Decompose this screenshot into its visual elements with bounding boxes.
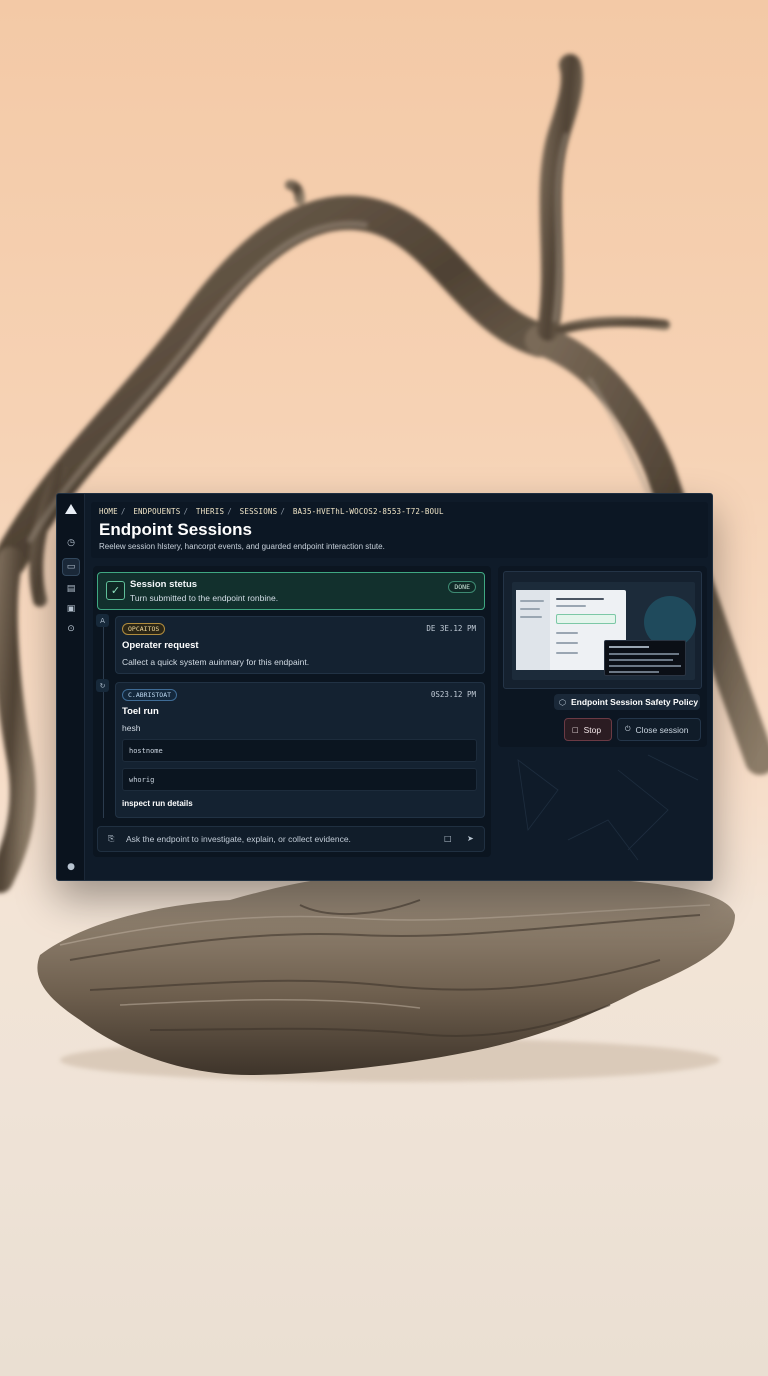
stop-icon: □ [572,725,579,734]
decorative-lines [517,754,699,861]
breadcrumb-endpoints[interactable]: ENDPOUENTS [133,507,180,516]
session-status-card: ✓ Session stetus Turn submitted to the e… [97,572,485,610]
preview-terminal [604,640,686,676]
app-window: ◷ ▭ ▤ ▣ ⊙ ● HOME / ENDPOUENTS / THERIS / SE… [56,493,713,881]
stop-button[interactable]: □ Stop [564,718,612,741]
assistant-avatar-icon: ↻ [96,679,109,692]
attach-icon[interactable]: ⎘ [108,834,114,844]
event-time: 0S23.12 PM [430,690,476,699]
terminal-icon[interactable]: ▤ [62,580,80,598]
preview-desktop [512,582,696,680]
role-badge-operator: OPCAITOS [122,623,166,635]
event-text: Callect a quick system auinmary for this… [122,657,310,667]
breadcrumb-session-id: BA35-HVEThL-WOCOS2-8553-T72-BOUL [292,507,444,516]
session-side-panel: ⬡ Endpoint Session Safety Policy □ Stop … [498,566,707,747]
breadcrumb-theris[interactable]: THERIS [196,507,224,516]
event-title: Toel run [122,706,159,717]
breadcrumb-sessions[interactable]: SESSIONS [240,507,278,516]
timeline-line [103,618,104,818]
check-icon: ✓ [106,581,125,600]
inspect-run-details-link[interactable]: inspect run details [122,799,193,808]
user-icon[interactable]: ● [62,858,80,876]
monitor-icon[interactable]: ▭ [62,558,80,576]
event-text: hesh [122,723,141,733]
send-icon[interactable]: ➤ [467,834,474,843]
power-icon: ⏻ [625,725,631,733]
operator-avatar-icon: A [96,614,109,627]
status-text: Turn submitted to the endpoint ronbine. [130,593,279,603]
close-session-button[interactable]: ⏻ Close session [617,718,701,741]
policy-label: Endpoint Session Safety Policy [570,697,699,707]
composer-input[interactable] [126,830,436,848]
settings-icon[interactable]: ⊙ [62,620,80,638]
message-composer: ⎘ □ ➤ [97,826,485,852]
file-icon[interactable]: ▣ [62,600,80,618]
safety-policy-chip[interactable]: ⬡ Endpoint Session Safety Policy [554,694,700,710]
breadcrumb: HOME / ENDPOUENTS / THERIS / SESSIONS / BA35… [99,507,444,516]
role-badge-assistant: C.ABRISTOAT [122,689,178,701]
event-time: DE 3E.12 PM [426,624,476,633]
shield-icon: ⬡ [559,697,566,707]
close-session-label: Close session [635,724,689,735]
event-title: Operater request [122,640,199,651]
screen-preview[interactable] [503,571,702,689]
status-badge: DONE [448,581,476,593]
transcript-panel: ✓ Session stetus Turn submitted to the e… [93,566,491,857]
code-output-row: whorig [122,768,477,791]
event-tool-run: C.ABRISTOAT 0S23.12 PM Toel run hesh hos… [115,682,485,818]
code-output-row: hostnome [122,739,477,762]
logo-icon [65,504,77,514]
page-header: HOME / ENDPOUENTS / THERIS / SESSIONS / BA35… [91,502,708,558]
breadcrumb-home[interactable]: HOME [99,507,118,516]
stop-label: Stop [583,724,602,735]
clock-icon[interactable]: ◷ [62,534,80,552]
page-subtitle: Reelew session hlstery, hancorpt events,… [99,542,385,551]
status-title: Session stetus [130,579,198,590]
sidebar-rail: ◷ ▭ ▤ ▣ ⊙ ● [57,494,85,880]
page-title: Endpoint Sessions [99,520,253,539]
stop-square-icon[interactable]: □ [444,834,452,843]
event-operator-request: OPCAITOS DE 3E.12 PM Operater request Ca… [115,616,485,674]
